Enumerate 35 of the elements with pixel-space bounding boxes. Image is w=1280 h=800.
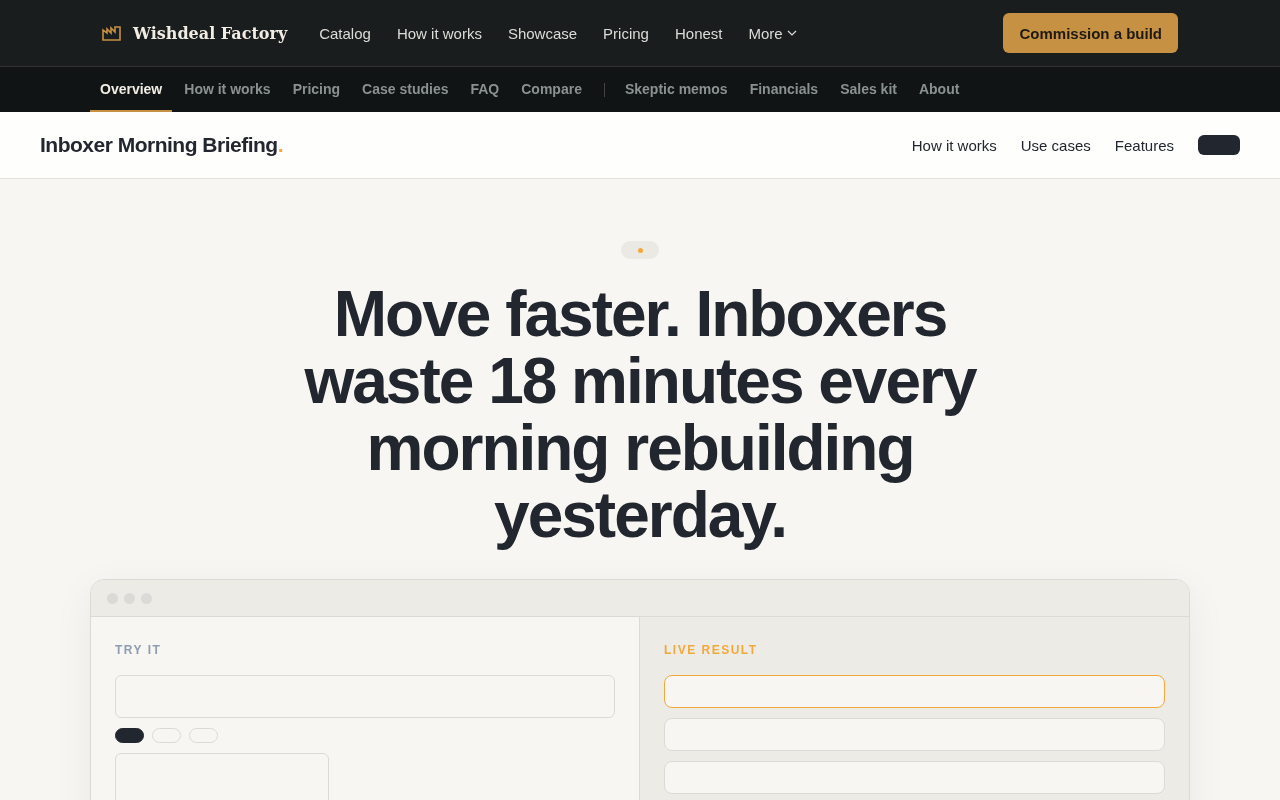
section-tab[interactable]: FAQ bbox=[460, 67, 510, 112]
action-button[interactable] bbox=[1198, 135, 1240, 155]
product-link[interactable]: Use cases bbox=[1020, 136, 1091, 154]
headline: Move faster. Inboxers waste 18 minutes every morning rebuilding yesterday. bbox=[303, 281, 978, 549]
nav-link[interactable]: Catalog bbox=[319, 24, 371, 42]
panel-label: LIVE RESULT bbox=[664, 643, 759, 657]
nav-link[interactable]: Honest bbox=[674, 24, 723, 42]
nav-link[interactable]: Showcase bbox=[507, 24, 578, 42]
text-area[interactable] bbox=[115, 753, 329, 800]
result-card[interactable] bbox=[664, 675, 1165, 708]
option-pill[interactable] bbox=[115, 728, 144, 743]
section-tab[interactable]: Case studies bbox=[352, 67, 459, 112]
product-link[interactable]: How it works bbox=[911, 136, 997, 154]
result-card[interactable] bbox=[664, 718, 1165, 751]
product-link[interactable]: Features bbox=[1114, 136, 1174, 154]
section-tab[interactable]: Pricing bbox=[282, 67, 351, 112]
hero-badge bbox=[621, 241, 659, 259]
section-tab[interactable]: Compare bbox=[511, 67, 592, 112]
section-tab[interactable]: Sales kit bbox=[830, 67, 907, 112]
commission-button[interactable]: Commission a build bbox=[1003, 13, 1178, 53]
product-name: Inboxer Morning Briefing bbox=[40, 133, 278, 157]
brand-name[interactable]: Wishdeal Factory bbox=[133, 23, 288, 43]
section-tab[interactable]: How it works bbox=[174, 67, 281, 112]
result-card[interactable] bbox=[664, 761, 1165, 794]
input-field[interactable] bbox=[115, 675, 615, 718]
section-tab[interactable]: Financials bbox=[739, 67, 829, 112]
panel-label: TRY IT bbox=[115, 643, 163, 657]
accent-dot: . bbox=[277, 133, 284, 157]
section-tab[interactable]: Skeptic memos bbox=[614, 67, 738, 112]
nav-link[interactable]: Pricing bbox=[603, 24, 649, 42]
nav-link[interactable]: More bbox=[748, 24, 797, 42]
factory-icon bbox=[102, 25, 121, 41]
nav-link[interactable]: How it works bbox=[396, 24, 482, 42]
chevron-down-icon bbox=[786, 30, 797, 36]
section-tab[interactable]: About bbox=[908, 67, 970, 112]
